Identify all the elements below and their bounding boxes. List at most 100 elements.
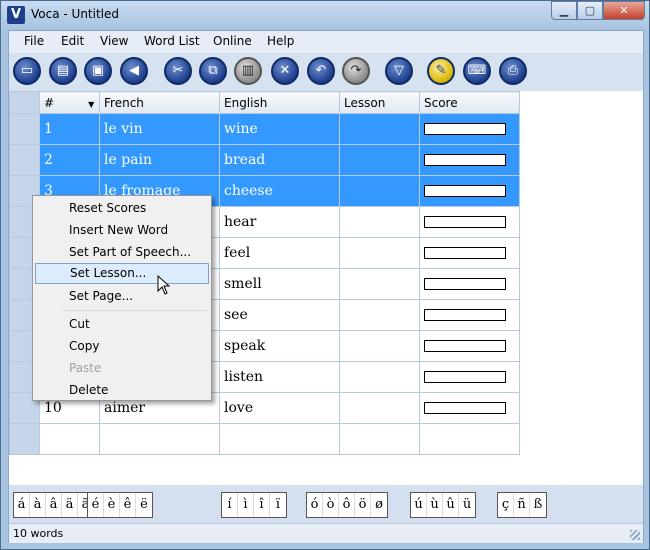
- insert-char-button[interactable]: ò: [323, 493, 339, 517]
- insert-char-button[interactable]: ï: [270, 493, 286, 517]
- empty-cell[interactable]: [339, 423, 420, 455]
- insert-char-button[interactable]: ö: [355, 493, 371, 517]
- row-header[interactable]: [9, 144, 40, 176]
- cell-lesson[interactable]: [339, 361, 420, 393]
- empty-cell[interactable]: [219, 423, 340, 455]
- empty-cell[interactable]: [419, 423, 520, 455]
- insert-char-button[interactable]: ñ: [514, 493, 530, 517]
- insert-char-button[interactable]: ê: [120, 493, 136, 517]
- cell-english[interactable]: smell: [219, 268, 340, 300]
- insert-char-button[interactable]: ó: [307, 493, 323, 517]
- cut-button[interactable]: ✂: [164, 57, 192, 85]
- cell-lesson[interactable]: [339, 113, 420, 145]
- ctx-separator: [63, 310, 207, 311]
- insert-char-button[interactable]: ú: [411, 493, 427, 517]
- filter-button[interactable]: ▽: [385, 57, 413, 85]
- cell-english[interactable]: listen: [219, 361, 340, 393]
- ctx-delete[interactable]: Delete: [35, 380, 209, 401]
- column-header-french[interactable]: French: [99, 91, 220, 114]
- insert-char-button[interactable]: ì: [238, 493, 254, 517]
- ctx-reset-scores[interactable]: Reset Scores: [35, 198, 209, 219]
- empty-cell[interactable]: [39, 423, 100, 455]
- empty-row[interactable]: [9, 423, 520, 455]
- insert-char-button[interactable]: ù: [427, 493, 443, 517]
- maximize-button[interactable]: ▢: [577, 1, 603, 20]
- copy-button[interactable]: ⧉: [199, 57, 227, 85]
- cell-english[interactable]: hear: [219, 206, 340, 238]
- cell-lesson[interactable]: [339, 268, 420, 300]
- ctx-insert-new-word[interactable]: Insert New Word: [35, 220, 209, 241]
- insert-char-button[interactable]: ô: [339, 493, 355, 517]
- menu-file[interactable]: File: [24, 34, 44, 48]
- edit-button[interactable]: ✎: [427, 57, 455, 85]
- insert-char-button[interactable]: ü: [459, 493, 475, 517]
- cell-lesson[interactable]: [339, 144, 420, 176]
- insert-char-button[interactable]: á: [14, 493, 30, 517]
- cell-lesson[interactable]: [339, 175, 420, 207]
- menu-view[interactable]: View: [100, 34, 128, 48]
- table-row[interactable]: 1 le vin wine: [9, 113, 520, 145]
- cell-lesson[interactable]: [339, 237, 420, 269]
- ctx-copy[interactable]: Copy: [35, 336, 209, 357]
- menu-word-list[interactable]: Word List: [144, 34, 200, 48]
- corner-header[interactable]: [9, 91, 40, 114]
- menu-edit[interactable]: Edit: [61, 34, 84, 48]
- speak-button[interactable]: ◀: [120, 57, 148, 85]
- empty-cell[interactable]: [99, 423, 220, 455]
- cell-french[interactable]: le vin: [99, 113, 220, 145]
- insert-char-button[interactable]: è: [104, 493, 120, 517]
- title-bar[interactable]: V Voca - Untitled ▁ ▢ ✕: [1, 1, 649, 29]
- cell-english[interactable]: love: [219, 392, 340, 424]
- cell-french[interactable]: le pain: [99, 144, 220, 176]
- ctx-set-lesson[interactable]: Set Lesson...: [35, 263, 209, 284]
- row-header[interactable]: [9, 423, 40, 455]
- insert-char-button[interactable]: ß: [530, 493, 546, 517]
- insert-char-button[interactable]: ç: [498, 493, 514, 517]
- ctx-set-part-of-speech[interactable]: Set Part of Speech...: [35, 242, 209, 263]
- resize-grip-icon[interactable]: [630, 530, 640, 540]
- cell-lesson[interactable]: [339, 392, 420, 424]
- cell-english[interactable]: see: [219, 299, 340, 331]
- close-button[interactable]: ✕: [603, 1, 645, 20]
- delete-button[interactable]: ✕: [271, 57, 299, 85]
- cell-english[interactable]: cheese: [219, 175, 340, 207]
- cell-lesson[interactable]: [339, 299, 420, 331]
- insert-char-button[interactable]: í: [222, 493, 238, 517]
- insert-char-button[interactable]: ø: [371, 493, 387, 517]
- cell-english[interactable]: speak: [219, 330, 340, 362]
- client-area: File Edit View Word List Online Help ▭ ▤…: [8, 30, 644, 543]
- ctx-set-page[interactable]: Set Page...: [35, 286, 209, 307]
- cell-english[interactable]: bread: [219, 144, 340, 176]
- minimize-button[interactable]: ▁: [551, 1, 577, 20]
- insert-char-button[interactable]: ä: [62, 493, 78, 517]
- table-row[interactable]: 2 le pain bread: [9, 144, 520, 176]
- cell-english[interactable]: feel: [219, 237, 340, 269]
- cell-num[interactable]: 2: [39, 144, 100, 176]
- insert-char-button[interactable]: ë: [136, 493, 152, 517]
- undo-button[interactable]: ↶: [307, 57, 335, 85]
- column-header-lesson[interactable]: Lesson: [339, 91, 420, 114]
- insert-char-button[interactable]: à: [30, 493, 46, 517]
- paste-button[interactable]: ▥: [234, 57, 262, 85]
- cell-lesson[interactable]: [339, 330, 420, 362]
- insert-char-button[interactable]: û: [443, 493, 459, 517]
- column-header-english[interactable]: English: [219, 91, 340, 114]
- insert-char-button[interactable]: â: [46, 493, 62, 517]
- insert-char-button[interactable]: é: [88, 493, 104, 517]
- quiz-button[interactable]: ⌨: [463, 57, 491, 85]
- redo-button[interactable]: ↷: [342, 57, 370, 85]
- row-header[interactable]: [9, 113, 40, 145]
- cell-english[interactable]: wine: [219, 113, 340, 145]
- open-button[interactable]: ▤: [49, 57, 77, 85]
- column-header-score[interactable]: Score: [419, 91, 520, 114]
- cell-num[interactable]: 1: [39, 113, 100, 145]
- ctx-cut[interactable]: Cut: [35, 314, 209, 335]
- new-button[interactable]: ▭: [13, 57, 41, 85]
- print-button[interactable]: ⎙: [499, 57, 527, 85]
- menu-online[interactable]: Online: [213, 34, 252, 48]
- save-button[interactable]: ▣: [84, 57, 112, 85]
- insert-char-button[interactable]: î: [254, 493, 270, 517]
- column-header-num[interactable]: # ▼: [39, 91, 100, 114]
- menu-help[interactable]: Help: [267, 34, 294, 48]
- cell-lesson[interactable]: [339, 206, 420, 238]
